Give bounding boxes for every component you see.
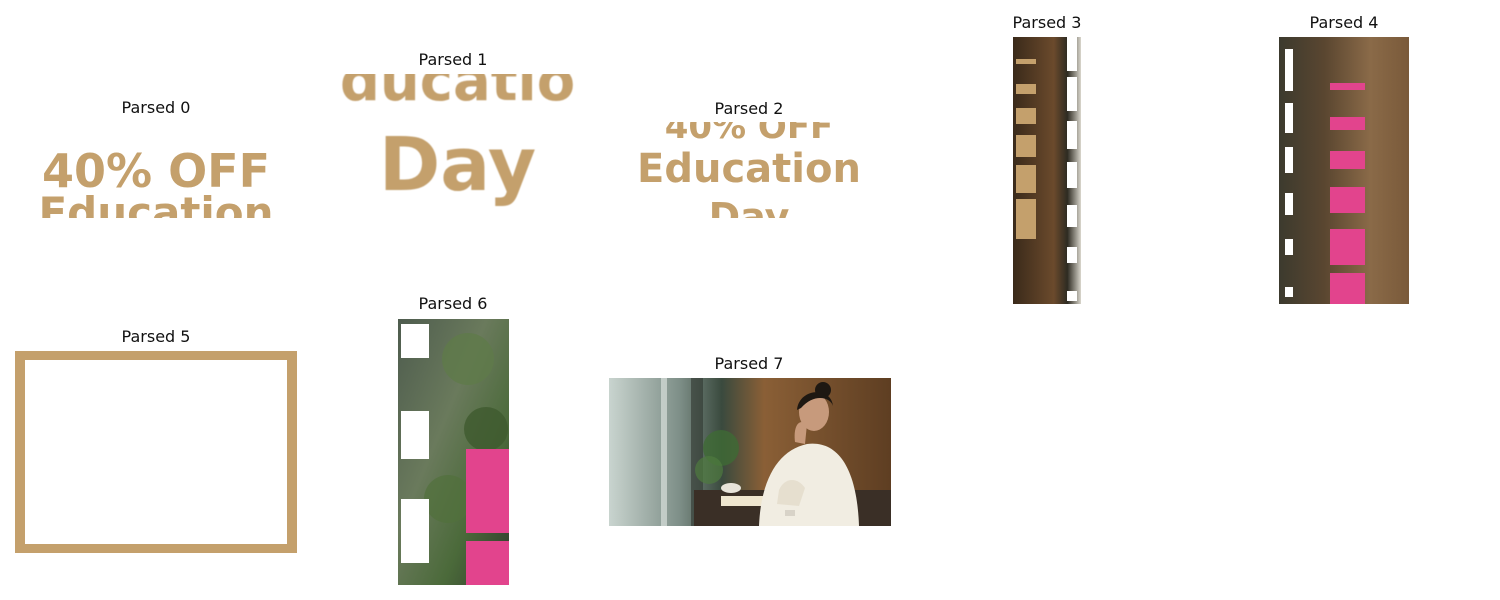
education-fragment-text: ducatio (339, 74, 576, 114)
day-text: Day (378, 122, 537, 208)
text-crop-panel-0: 40% OFF Education (15, 122, 297, 218)
panel-caption-7: Parsed 7 (714, 354, 784, 373)
woman-reading-photo (609, 378, 891, 526)
panel-caption-0: Parsed 0 (121, 98, 191, 117)
education-text: Education (38, 188, 274, 219)
plant-window-image (398, 319, 509, 585)
window-strip-image (1013, 37, 1081, 304)
panel-caption-2: Parsed 2 (714, 99, 784, 118)
discount-text: 40% OFF (664, 122, 834, 147)
education-text: Education (637, 146, 861, 192)
text-crop-panel-1: ducatio Day (320, 74, 595, 224)
panel-caption-6: Parsed 6 (418, 294, 488, 313)
panel-caption-3: Parsed 3 (1012, 13, 1082, 32)
day-text: Day (708, 195, 790, 218)
panel-caption-1: Parsed 1 (418, 50, 488, 69)
panel-caption-5: Parsed 5 (121, 327, 191, 346)
gold-frame-image (15, 351, 297, 553)
pink-window-strip-image (1279, 37, 1409, 304)
panel-caption-4: Parsed 4 (1309, 13, 1379, 32)
text-crop-panel-2: 40% OFF Education Day (613, 122, 885, 218)
